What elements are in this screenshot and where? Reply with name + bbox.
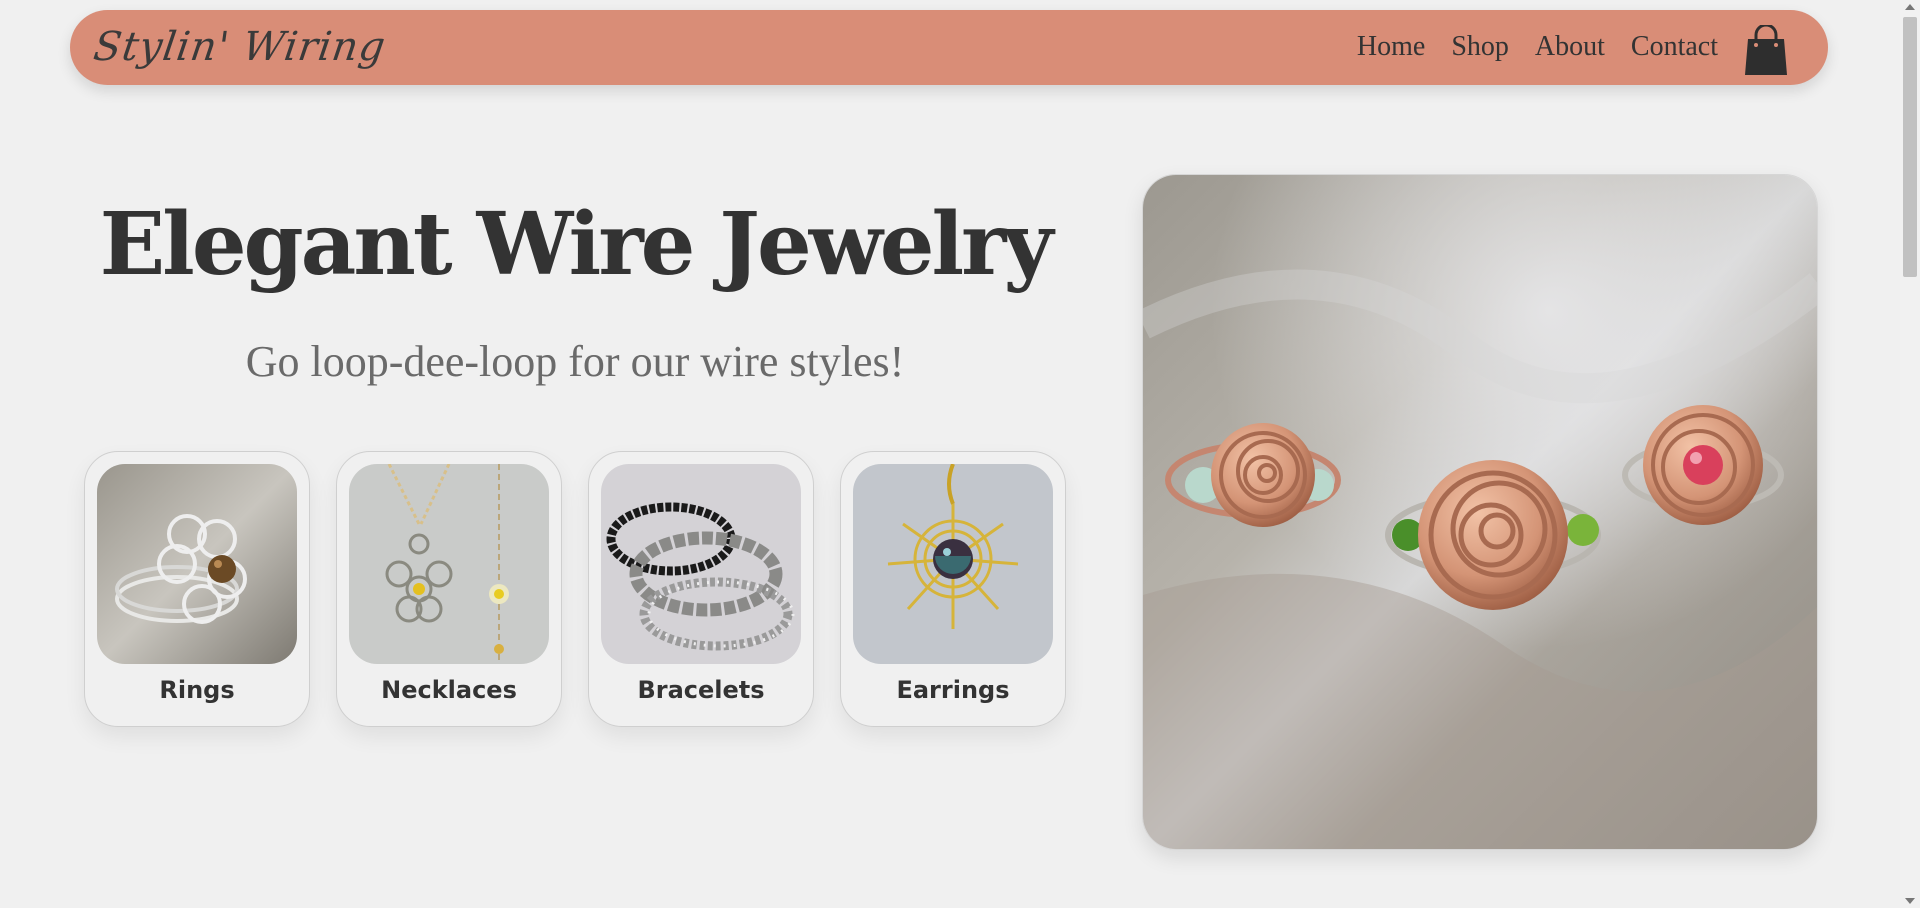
- earrings-image: [853, 464, 1053, 664]
- category-label-bracelets: Bracelets: [637, 676, 765, 704]
- hero-title: Elegant Wire Jewelry: [99, 194, 1054, 295]
- category-card-rings[interactable]: Rings: [84, 451, 310, 727]
- rings-image: [97, 464, 297, 664]
- nav-shop[interactable]: Shop: [1451, 28, 1509, 66]
- nav-links: Home Shop About Contact: [1357, 28, 1718, 66]
- navbar: Stylin' Wiring Home Shop About Contact: [70, 10, 1828, 85]
- hero-subtitle: Go loop-dee-loop for our wire styles!: [245, 337, 905, 386]
- necklaces-image: [349, 464, 549, 664]
- nav-about[interactable]: About: [1535, 28, 1605, 66]
- scroll-thumb[interactable]: [1903, 17, 1917, 277]
- category-card-necklaces[interactable]: Necklaces: [336, 451, 562, 727]
- category-label-rings: Rings: [159, 676, 235, 704]
- category-label-necklaces: Necklaces: [381, 676, 517, 704]
- category-card-earrings[interactable]: Earrings: [840, 451, 1066, 727]
- hero-image: [1142, 174, 1818, 850]
- nav-contact[interactable]: Contact: [1631, 28, 1718, 66]
- shopping-bag-icon[interactable]: [1742, 23, 1790, 77]
- scroll-down-arrow-icon[interactable]: [1905, 898, 1915, 904]
- vertical-scrollbar[interactable]: [1900, 0, 1920, 908]
- scroll-up-arrow-icon[interactable]: [1905, 4, 1915, 10]
- category-label-earrings: Earrings: [896, 676, 1010, 704]
- category-cards: Rings Necklaces Bracelets Earrings: [84, 451, 1066, 727]
- site-logo[interactable]: Stylin' Wiring: [90, 22, 389, 72]
- category-card-bracelets[interactable]: Bracelets: [588, 451, 814, 727]
- nav-home[interactable]: Home: [1357, 28, 1425, 66]
- bracelets-image: [601, 464, 801, 664]
